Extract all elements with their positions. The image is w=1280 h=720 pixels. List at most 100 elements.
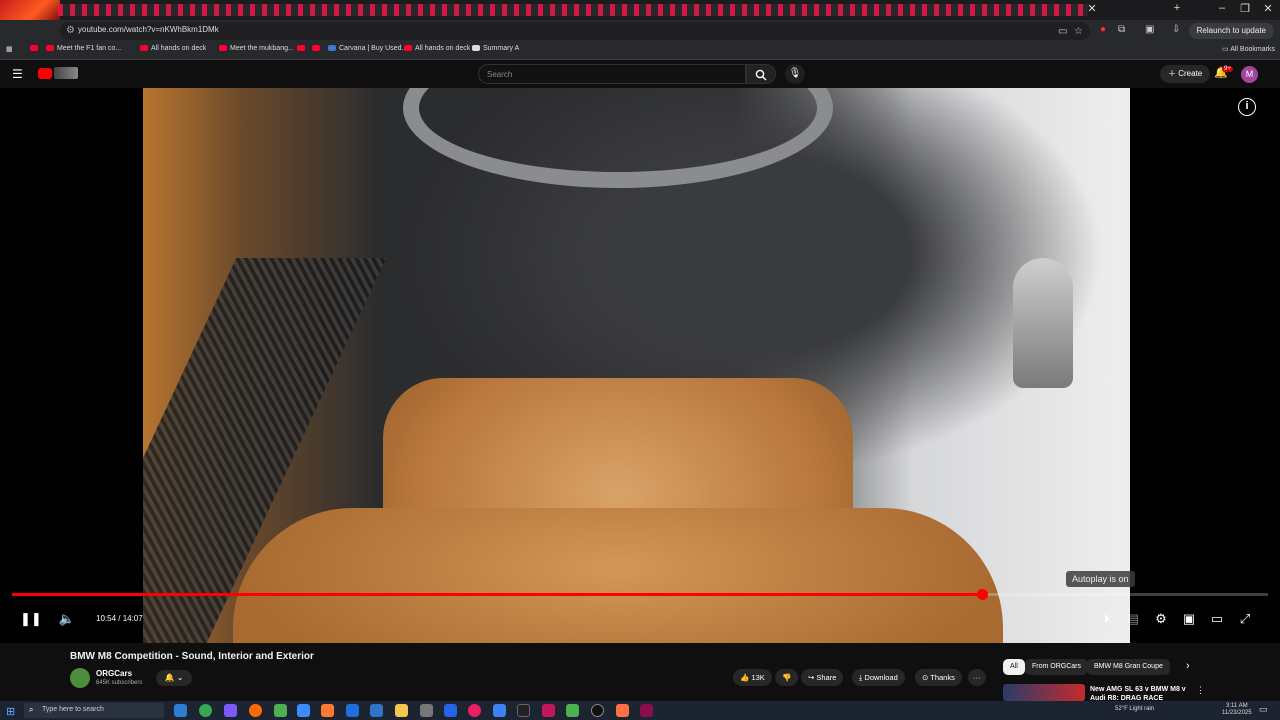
app-icon[interactable] xyxy=(566,704,579,717)
youtube-logo-icon[interactable] xyxy=(38,68,52,79)
app-icon[interactable] xyxy=(224,704,237,717)
search-placeholder: Search xyxy=(487,70,513,79)
extensions-puzzle-icon[interactable]: ⧉ xyxy=(1118,24,1125,35)
youtube-doodle-logo[interactable] xyxy=(54,67,78,79)
download-button[interactable]: ⤓ Download xyxy=(852,669,905,686)
taskbar-search-input[interactable]: ⌕ Type here to search xyxy=(24,703,164,718)
app-icon[interactable] xyxy=(616,704,629,717)
notifications-badge: 9+ xyxy=(1222,66,1233,72)
address-bar[interactable]: ⚙ youtube.com/watch?v=nKWhBkm1DMk ▭ ☆ xyxy=(60,22,1090,40)
all-bookmarks[interactable]: ▭ All Bookmarks xyxy=(1222,45,1275,53)
bookmark-item[interactable]: Meet the F1 fan co... xyxy=(46,45,121,52)
like-button[interactable]: 👍 13K xyxy=(733,669,772,686)
thumbs-up-icon: 👍 xyxy=(740,673,752,682)
app-icon[interactable] xyxy=(346,704,359,717)
settings-icon[interactable] xyxy=(420,704,433,717)
app-icon[interactable] xyxy=(297,704,310,717)
channel-name[interactable]: ORGCars xyxy=(96,669,132,678)
theater-mode-icon[interactable]: ▭ xyxy=(1207,611,1227,627)
progress-scrubber-handle[interactable] xyxy=(976,589,988,600)
search-input[interactable]: Search xyxy=(478,64,746,84)
search-button[interactable] xyxy=(746,64,776,84)
chip-all[interactable]: All xyxy=(1003,659,1025,675)
minimize-icon[interactable]: – xyxy=(1211,2,1233,14)
miniplayer-icon[interactable]: ▣ xyxy=(1179,611,1199,627)
edge-icon[interactable] xyxy=(174,704,187,717)
browser-tabs[interactable] xyxy=(58,4,1088,16)
bookmark-item[interactable]: Summary A xyxy=(472,45,519,52)
bookmark-star-icon[interactable]: ☆ xyxy=(1074,26,1083,37)
app-icon[interactable] xyxy=(321,704,334,717)
dislike-button[interactable]: 👎 xyxy=(775,669,799,686)
new-tab-icon[interactable]: + xyxy=(1166,2,1188,14)
app-icon[interactable] xyxy=(249,704,262,717)
video-frame[interactable] xyxy=(143,88,1130,643)
search-icon xyxy=(755,69,767,81)
volume-icon[interactable]: 🔈 xyxy=(57,611,77,627)
create-button[interactable]: ＋ Create xyxy=(1160,65,1211,83)
bookmark-youtube-2[interactable] xyxy=(297,45,308,52)
close-tab-icon[interactable]: ✕ xyxy=(1081,2,1103,15)
restore-icon[interactable]: ❐ xyxy=(1234,2,1256,15)
active-tab-favicon[interactable] xyxy=(0,0,60,20)
app-icon[interactable] xyxy=(444,704,457,717)
chip-from-channel[interactable]: From ORGCars xyxy=(1025,659,1088,675)
bookmark-youtube-1[interactable] xyxy=(30,45,41,52)
window-close-icon[interactable]: ✕ xyxy=(1257,2,1279,15)
bookmark-item[interactable]: Meet the mukbang... xyxy=(219,45,294,52)
bookmark-item[interactable]: Carvana | Buy Used... xyxy=(328,45,407,52)
more-actions-button[interactable]: ··· xyxy=(968,669,986,686)
extension-icon[interactable]: ● xyxy=(1100,24,1106,35)
taskbar: ⊞ ⌕ Type here to search 52°F Light rain … xyxy=(0,701,1280,720)
app-icon[interactable] xyxy=(370,704,383,717)
system-clock[interactable]: 3:11 AM 11/23/2025 xyxy=(1222,703,1252,717)
app-icon[interactable] xyxy=(591,704,604,717)
plus-icon: ＋ xyxy=(1168,69,1179,78)
relaunch-button[interactable]: Relaunch to update xyxy=(1188,23,1274,39)
settings-gear-icon[interactable]: ⚙ xyxy=(1151,611,1171,627)
player-controls: ❚❚ 🔈 10:54 / 14:07 ⏵ ▤ ⚙ ▣ ▭ ⤢ xyxy=(0,606,1280,632)
channel-avatar[interactable] xyxy=(70,668,90,688)
recommended-video-thumbnail[interactable] xyxy=(1003,684,1085,701)
more-vertical-icon[interactable]: ⋮ xyxy=(1196,685,1205,696)
chip-topic[interactable]: BMW M8 Gran Coupe xyxy=(1087,659,1170,675)
download-icon[interactable]: ⇩ xyxy=(1172,24,1180,35)
chrome-icon[interactable] xyxy=(199,704,212,717)
thumbs-down-icon: 👎 xyxy=(782,673,792,682)
fullscreen-icon[interactable]: ⤢ xyxy=(1235,611,1255,627)
app-icon[interactable] xyxy=(468,704,481,717)
app-icon[interactable] xyxy=(640,704,653,717)
search-icon: ⌕ xyxy=(29,705,34,714)
captions-icon[interactable]: ▤ xyxy=(1123,611,1143,627)
bookmark-item[interactable]: All hands on deck xyxy=(140,45,206,52)
pause-icon[interactable]: ❚❚ xyxy=(20,611,42,627)
voice-search-button[interactable]: 🎙 xyxy=(785,64,805,84)
thanks-button[interactable]: ⊙ Thanks xyxy=(915,669,962,686)
file-explorer-icon[interactable] xyxy=(395,704,408,717)
share-button[interactable]: ↪ Share xyxy=(801,669,844,686)
subscribed-bell-button[interactable]: 🔔 ⌄ xyxy=(156,670,192,686)
youtube-header: ☰ Search 🎙 ＋ Create 🔔 9+ M xyxy=(0,60,1280,88)
video-title: BMW M8 Competition - Sound, Interior and… xyxy=(70,651,314,662)
windows-start-icon[interactable]: ⊞ xyxy=(6,705,15,718)
app-icon[interactable] xyxy=(493,704,506,717)
weather-widget[interactable]: 52°F Light rain xyxy=(1115,706,1154,712)
url-text[interactable]: youtube.com/watch?v=nKWhBkm1DMk xyxy=(78,25,219,34)
install-icon[interactable]: ▭ xyxy=(1058,26,1067,37)
video-player[interactable]: i Autoplay is on ❚❚ 🔈 10:54 / 14:07 ⏵ ▤ … xyxy=(0,88,1280,643)
apps-icon[interactable]: ▦ xyxy=(6,45,13,53)
bookmark-item[interactable]: All hands on deck xyxy=(404,45,470,52)
app-icon[interactable] xyxy=(542,704,555,717)
app-icon[interactable] xyxy=(274,704,287,717)
sidepanel-icon[interactable]: ▣ xyxy=(1145,24,1154,35)
bookmark-youtube-3[interactable] xyxy=(312,45,323,52)
autoplay-toggle-icon[interactable]: ⏵ xyxy=(1097,611,1117,627)
site-info-icon[interactable]: ⚙ xyxy=(66,25,75,36)
notification-center-icon[interactable]: ▭ xyxy=(1259,704,1268,715)
menu-icon[interactable]: ☰ xyxy=(12,67,23,81)
progress-bar[interactable] xyxy=(12,589,1268,600)
account-avatar[interactable]: M xyxy=(1241,66,1258,83)
chevron-right-icon[interactable]: › xyxy=(1186,660,1190,672)
app-icon[interactable] xyxy=(517,704,530,717)
info-icon[interactable]: i xyxy=(1238,98,1256,116)
